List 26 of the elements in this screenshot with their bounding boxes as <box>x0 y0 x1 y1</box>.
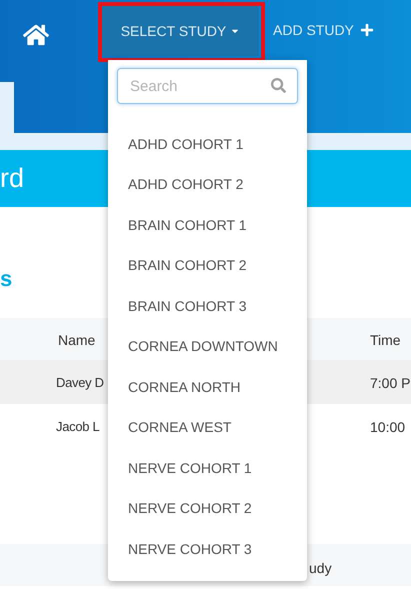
table-cell-text: 7:00 P <box>370 374 410 393</box>
home-icon <box>23 23 49 47</box>
column-header: Time <box>370 331 401 350</box>
menu-item[interactable]: NERVE COHORT 1 <box>108 448 307 488</box>
plus-icon <box>360 23 374 37</box>
search-field[interactable]: Search <box>117 68 298 104</box>
section-title: s <box>0 268 12 290</box>
select-study-button[interactable]: SELECT STUDY <box>102 6 259 56</box>
menu-item[interactable]: BRAIN COHORT 2 <box>108 246 307 286</box>
table-cell-text: Davey D <box>56 374 104 392</box>
menu-item[interactable]: CORNEA DOWNTOWN <box>108 326 307 367</box>
menu-item[interactable]: NERVE COHORT 2 <box>108 488 307 529</box>
menu-item[interactable]: ADHD COHORT 2 <box>108 164 307 205</box>
menu-item[interactable]: NERVE COHORT 3 <box>108 529 307 570</box>
search-icon <box>271 78 286 93</box>
home-button[interactable] <box>22 22 50 48</box>
table-cell-text: udy <box>309 559 332 578</box>
table-cell-text: Jacob L <box>56 418 100 436</box>
menu-item[interactable]: BRAIN COHORT 3 <box>108 286 307 326</box>
menu-item[interactable]: CORNEA NORTH <box>108 367 307 408</box>
table-cell-text: 10:00 <box>370 418 406 437</box>
menu-item[interactable]: CORNEA WEST <box>108 408 307 448</box>
menu-item[interactable]: ADHD COHORT 1 <box>108 124 307 164</box>
column-header: Name <box>58 331 96 350</box>
banner-title: rd <box>0 165 24 192</box>
menu-item[interactable]: BRAIN COHORT 1 <box>108 205 307 246</box>
